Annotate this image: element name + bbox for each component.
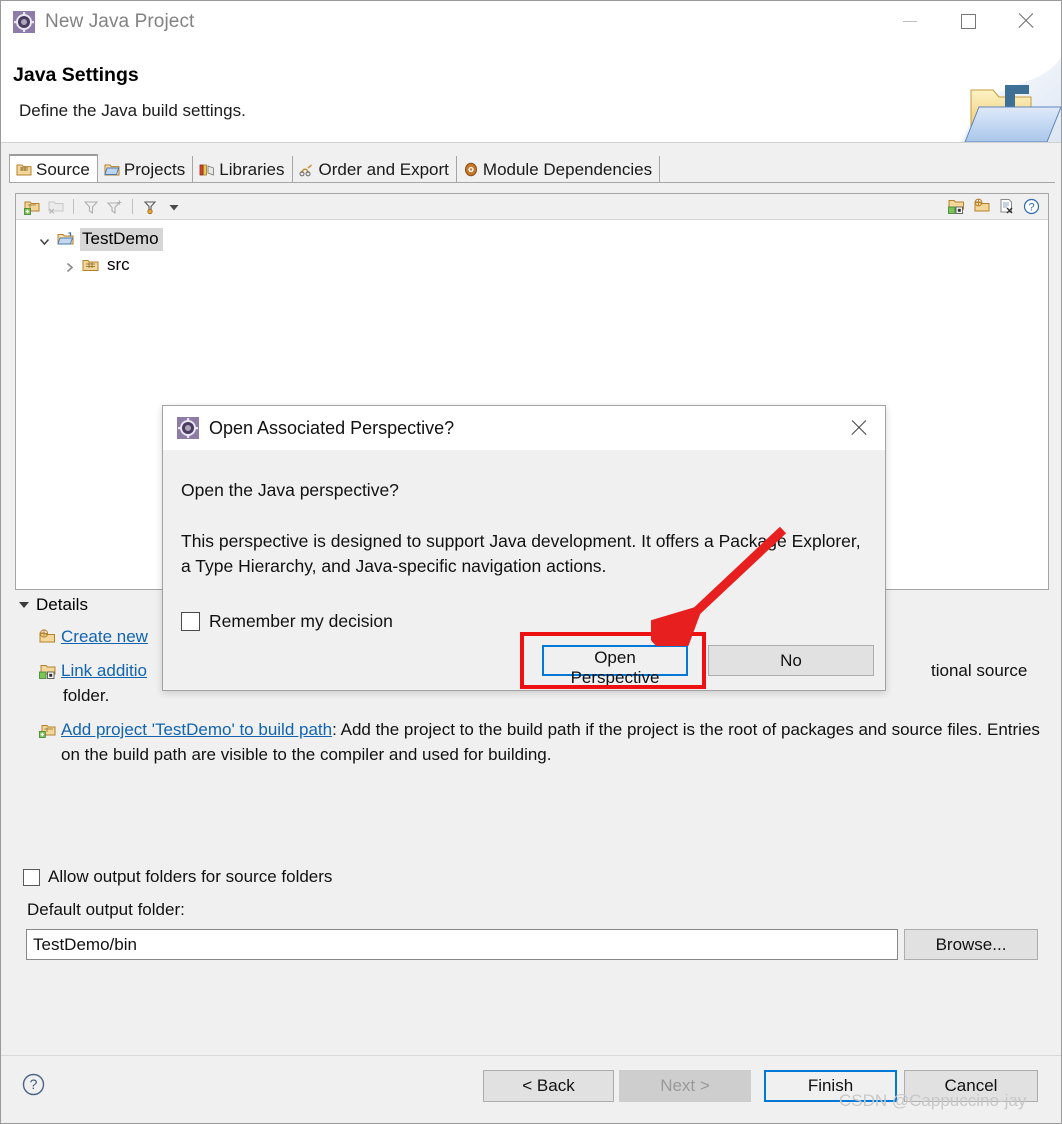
create-new-source-folder-link[interactable]: Create new (61, 627, 148, 646)
browse-button[interactable]: Browse... (904, 929, 1038, 960)
open-perspective-button[interactable]: Open Perspective (542, 645, 688, 687)
eclipse-wizard-icon (13, 11, 35, 33)
next-button: Next > (619, 1070, 751, 1102)
detail-add-project-to-build-path: Add project 'TestDemo' to build path: Ad… (15, 717, 1051, 767)
libraries-icon (199, 162, 215, 177)
java-project-folder-icon (961, 45, 1061, 142)
tab-source[interactable]: Source (9, 154, 98, 183)
add-source-folder-icon[interactable] (21, 197, 43, 217)
tab-libraries-label: Libraries (219, 159, 285, 179)
add-project-icon (38, 720, 56, 738)
tree-row[interactable]: TestDemo (16, 226, 1048, 252)
tab-order-and-export-label: Order and Export (318, 159, 449, 179)
eclipse-wizard-icon (177, 417, 199, 439)
remember-decision-row[interactable]: Remember my decision (181, 611, 393, 632)
page-subtitle: Define the Java build settings. (19, 101, 246, 120)
maximize-icon (960, 13, 976, 29)
dialog-description: This perspective is designed to support … (181, 531, 861, 576)
help-icon[interactable]: ? (1020, 196, 1042, 216)
window-title: New Java Project (45, 11, 195, 32)
toolbar-separator (73, 199, 74, 214)
module-dependencies-icon (463, 162, 479, 177)
allow-output-folders-row[interactable]: Allow output folders for source folders (23, 867, 332, 887)
filter-add-icon (104, 197, 126, 217)
remove-source-folder-icon (45, 197, 67, 217)
maximize-button[interactable] (945, 1, 991, 41)
tab-order-and-export[interactable]: Order and Export (292, 156, 457, 183)
create-folder-icon (39, 627, 56, 643)
tree-item-label: src (107, 254, 130, 274)
back-button[interactable]: < Back (483, 1070, 614, 1102)
page-title: Java Settings (13, 64, 139, 86)
source-folder-icon (82, 257, 99, 273)
detail-link-rest: tional source (931, 661, 1028, 680)
source-panel-toolbar-right: ? (945, 196, 1042, 216)
projects-folder-icon (104, 162, 120, 177)
default-output-folder-input[interactable] (26, 929, 898, 960)
close-icon (1016, 11, 1036, 31)
tab-underline (9, 182, 1055, 183)
tab-libraries[interactable]: Libraries (193, 156, 293, 183)
dialog-body: Open the Java perspective? This perspect… (163, 450, 885, 579)
settings-tabs: Source Projects Libraries Order and Expo… (9, 154, 661, 183)
dialog-title: Open Associated Perspective? (209, 417, 455, 438)
tree-item-label: TestDemo (80, 227, 163, 251)
tab-source-label: Source (36, 159, 90, 179)
dialog-question: Open the Java perspective? (181, 480, 399, 500)
order-export-icon (298, 162, 315, 177)
collapse-filter-icon[interactable] (139, 197, 161, 217)
new-java-project-wizard: New Java Project Java Settings Define th… (0, 0, 1062, 1124)
link-additional-source-link[interactable]: Link additio (61, 661, 147, 680)
remove-entry-icon[interactable] (995, 196, 1017, 216)
chevron-down-icon[interactable] (38, 233, 51, 246)
source-panel-toolbar: ? (16, 194, 1048, 220)
java-project-icon (57, 231, 74, 247)
no-button[interactable]: No (708, 645, 874, 676)
dropdown-arrow-icon[interactable] (163, 197, 185, 217)
allow-output-folders-label: Allow output folders for source folders (48, 867, 333, 886)
toolbar-separator-2 (132, 199, 133, 214)
dialog-close-button[interactable] (841, 411, 877, 445)
window-title-bar: New Java Project (1, 1, 1061, 45)
details-title: Details (36, 595, 88, 614)
svg-text:?: ? (1028, 201, 1034, 213)
link-folder-icon (39, 661, 56, 679)
add-project-to-build-path-link[interactable]: Add project 'TestDemo' to build path (61, 720, 332, 739)
close-button[interactable] (1003, 1, 1049, 41)
svg-text:?: ? (30, 1076, 38, 1092)
tab-projects[interactable]: Projects (97, 156, 194, 183)
tab-module-dependencies-label: Module Dependencies (482, 159, 653, 179)
wizard-header: Java Settings Define the Java build sett… (1, 45, 1061, 143)
minimize-icon (903, 20, 917, 22)
footer-separator (1, 1055, 1061, 1056)
tree-row[interactable]: src (16, 252, 1048, 278)
default-output-folder-label: Default output folder: (27, 900, 185, 919)
open-associated-perspective-dialog: Open Associated Perspective? Open the Ja… (162, 405, 886, 691)
remember-decision-label: Remember my decision (209, 611, 393, 631)
tab-projects-label: Projects (123, 159, 186, 179)
minimize-button[interactable] (887, 1, 933, 41)
add-folder-icon[interactable] (970, 196, 992, 216)
watermark: CSDN @Cappuccino-jay (839, 1091, 1027, 1110)
link-source-icon[interactable] (945, 196, 967, 216)
dialog-title-bar: Open Associated Perspective? (163, 406, 885, 450)
source-tree: TestDemo src (16, 220, 1048, 278)
source-folder-icon (16, 162, 32, 177)
filter-icon (80, 197, 102, 217)
tab-module-dependencies[interactable]: Module Dependencies (456, 156, 661, 183)
allow-output-folders-checkbox[interactable] (23, 868, 40, 886)
help-circle-icon[interactable]: ? (21, 1072, 46, 1097)
chevron-down-icon[interactable] (19, 602, 29, 608)
close-icon (849, 418, 869, 438)
chevron-right-icon[interactable] (63, 259, 76, 272)
remember-decision-checkbox[interactable] (181, 612, 200, 631)
